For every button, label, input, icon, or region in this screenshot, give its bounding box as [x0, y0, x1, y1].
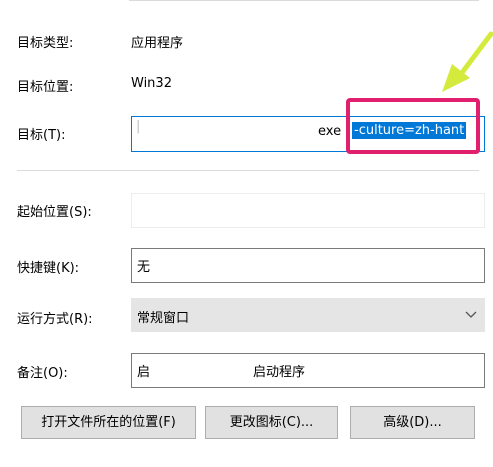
target-type-value: 应用程序 [131, 36, 184, 51]
shortcut-key-value: 无 [137, 260, 151, 275]
shortcut-key-input[interactable]: 无 [131, 248, 485, 283]
top-separator [129, 0, 479, 1]
target-input-prefix: exe [318, 124, 342, 139]
target-location-label: 目标位置: [17, 80, 74, 95]
advanced-button[interactable]: 高级(D)... [350, 406, 475, 439]
annotation-arrow-icon [442, 31, 493, 92]
start-in-label: 起始位置(S): [17, 205, 92, 220]
run-select[interactable]: 常规窗口 [131, 298, 485, 332]
comment-label: 备注(O): [17, 366, 68, 381]
run-select-value: 常规窗口 [137, 311, 190, 326]
comment-value-start: 启 [137, 365, 151, 380]
comment-value-end: 启动程序 [253, 365, 306, 380]
text-cursor: | [136, 119, 141, 134]
shortcut-key-label: 快捷键(K): [17, 261, 80, 276]
start-in-input[interactable] [131, 193, 485, 228]
target-label: 目标(T): [17, 128, 66, 143]
chevron-down-icon [465, 311, 477, 318]
section-separator [17, 170, 479, 171]
open-file-location-button[interactable]: 打开文件所在的位置(F) [21, 406, 196, 439]
change-icon-button[interactable]: 更改图标(C)... [205, 406, 338, 439]
highlight-box [346, 98, 480, 154]
target-type-label: 目标类型: [17, 36, 74, 51]
run-label: 运行方式(R): [17, 312, 93, 327]
target-location-value: Win32 [131, 76, 172, 91]
comment-input[interactable]: 启 启动程序 [131, 353, 485, 388]
